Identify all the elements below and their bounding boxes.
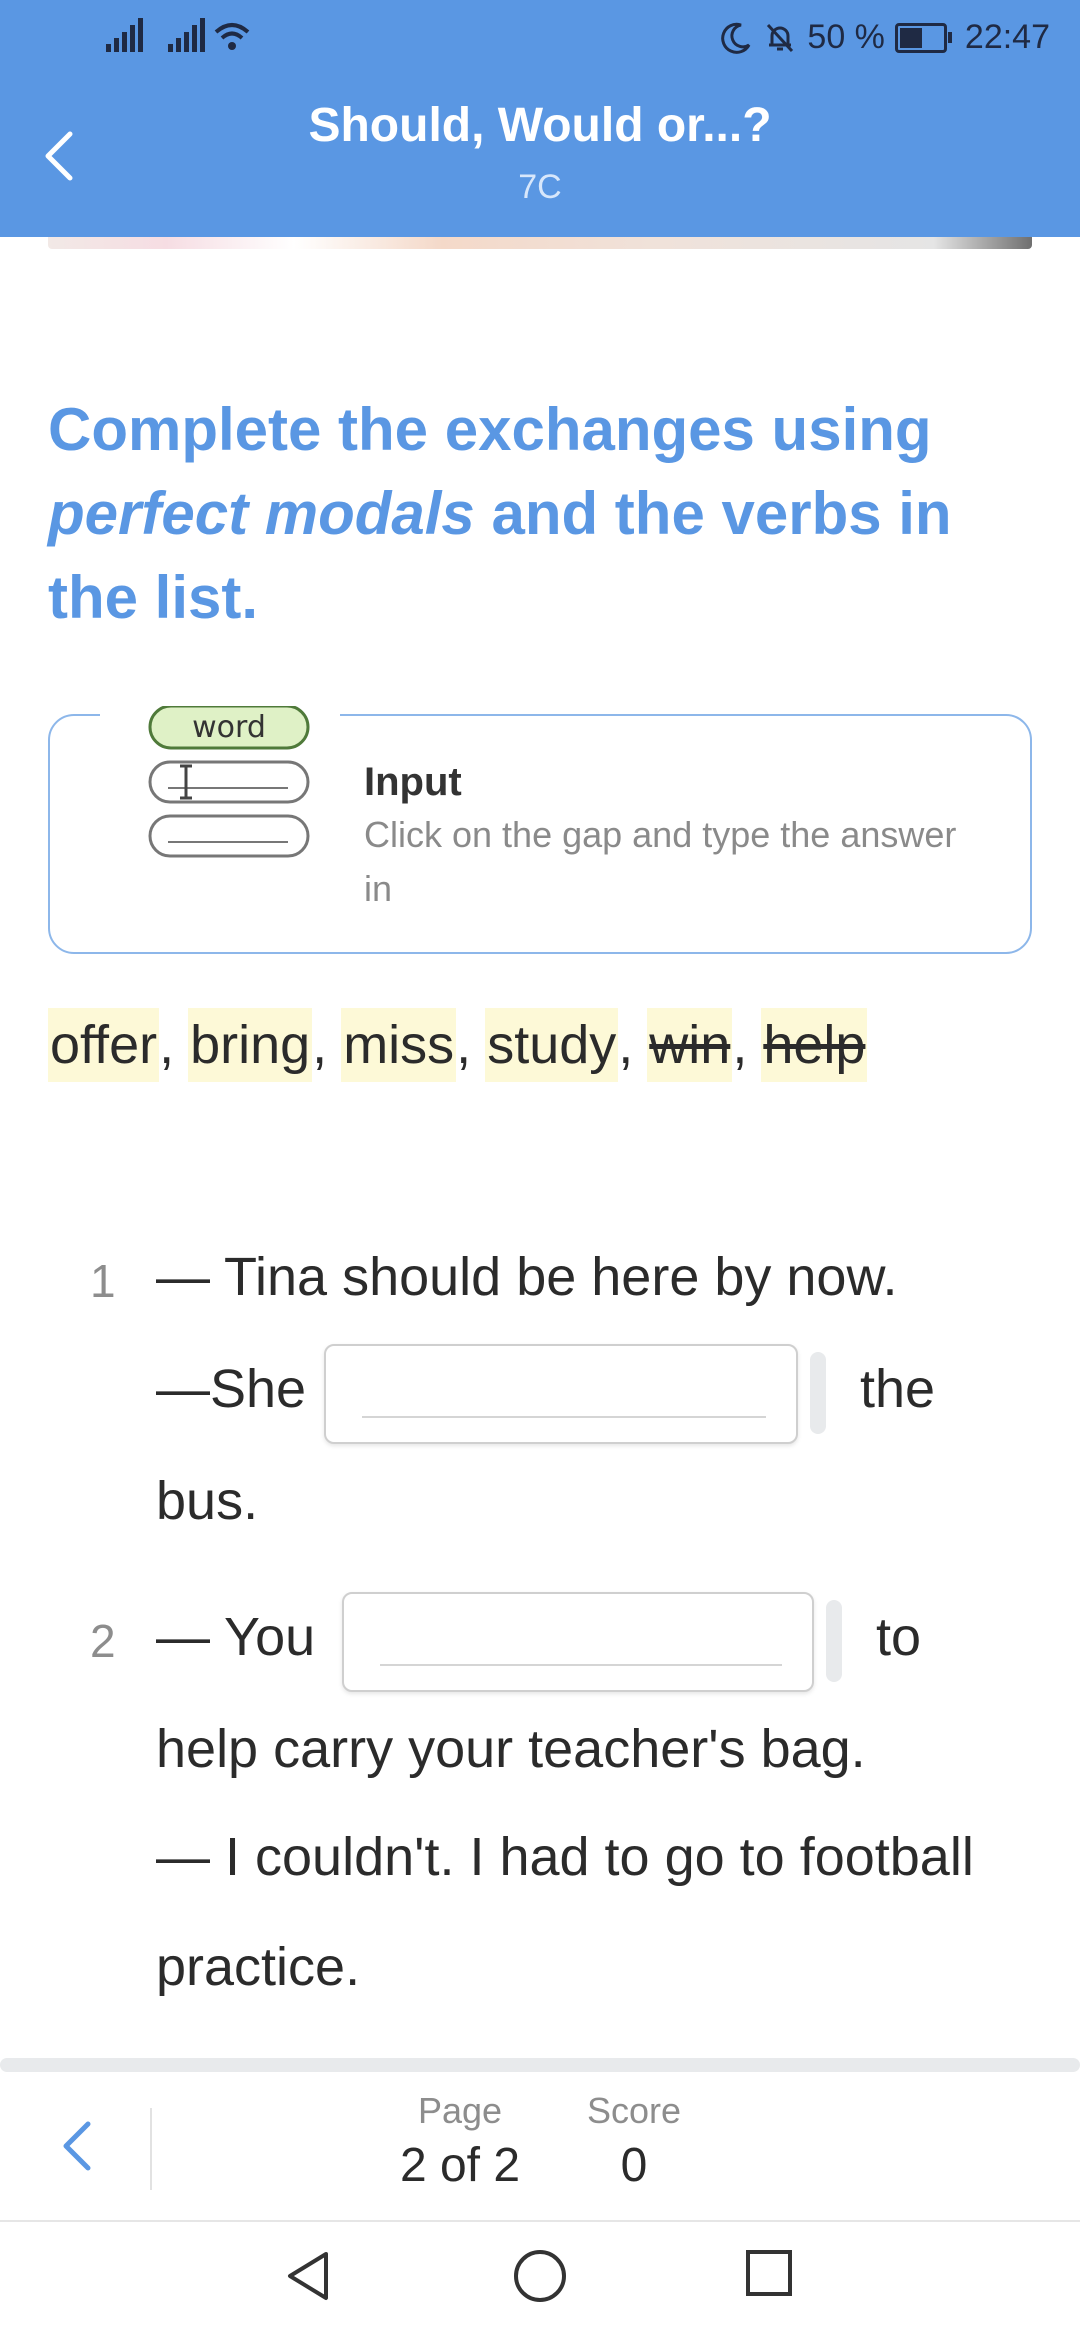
- answer-gap-1[interactable]: [324, 1344, 798, 1444]
- hint-title: Input: [364, 760, 462, 804]
- clock: 22:47: [964, 18, 1050, 56]
- nav-back-icon[interactable]: [282, 2248, 334, 2304]
- instruction-text: Complete the exchanges using: [48, 396, 932, 463]
- exercise-text: to: [876, 1607, 922, 1667]
- wifi-icon: [214, 23, 250, 50]
- gap-handle: [826, 1600, 842, 1682]
- page-value: 2 of 2: [399, 2139, 521, 2192]
- exercise-text: practice.: [156, 1937, 361, 1997]
- word-separator: ,: [732, 1015, 748, 1075]
- hint-card: word Input Click on the gap and type the…: [48, 706, 1032, 954]
- word-chip-used: win: [647, 1008, 733, 1082]
- nav-home-icon[interactable]: [512, 2248, 568, 2304]
- exercise-text: — Tina should be here by now.: [156, 1247, 898, 1307]
- word-chip: miss: [341, 1008, 457, 1082]
- previous-page-button[interactable]: [56, 2118, 100, 2174]
- word-separator: ,: [312, 1015, 328, 1075]
- bell-off-icon: [767, 23, 794, 52]
- page-label: Page: [417, 2090, 503, 2131]
- illustration-word: word: [192, 710, 266, 745]
- input-illustration-icon: word: [148, 706, 310, 858]
- moon-icon: [721, 22, 751, 54]
- system-nav-bar: [0, 2222, 1080, 2340]
- exercise-text: bus.: [156, 1471, 259, 1531]
- answer-gap-2[interactable]: [342, 1592, 814, 1692]
- signal-icon: [168, 18, 205, 52]
- exercise-text: help carry your teacher's bag.: [156, 1719, 866, 1779]
- page-title: Should, Would or...?: [308, 99, 772, 152]
- nav-recents-icon[interactable]: [744, 2248, 794, 2298]
- exercise-text: the: [860, 1359, 936, 1419]
- exercise-number: 2: [90, 1615, 116, 1667]
- exercise-text: —She: [156, 1359, 307, 1419]
- word-chip: study: [485, 1008, 619, 1082]
- pagination-bar: Page 2 of 2 Score 0: [0, 2072, 1080, 2222]
- page-subtitle: 7C: [518, 168, 562, 206]
- word-chip-used: help: [761, 1008, 868, 1082]
- battery-icon: [894, 22, 952, 53]
- word-separator: ,: [456, 1015, 472, 1075]
- word-chip: offer: [48, 1008, 160, 1082]
- back-chevron-icon: [63, 2121, 91, 2171]
- word-list: offer, bring, miss, study, win, help: [48, 1000, 868, 1090]
- signal-icon: [106, 18, 143, 52]
- exercise-instruction: Complete the exchanges using perfect mod…: [48, 388, 1008, 640]
- word-separator: ,: [159, 1015, 175, 1075]
- word-separator: ,: [618, 1015, 634, 1075]
- status-bar: 50 % 22:47: [0, 0, 1080, 80]
- status-right: 50 % 22:47: [719, 18, 1050, 57]
- exercise-text: — You: [156, 1607, 316, 1667]
- exercise-number: 1: [90, 1255, 116, 1307]
- score-value: 0: [620, 2139, 648, 2192]
- gap-handle: [810, 1352, 826, 1434]
- battery-percent: 50 %: [807, 18, 885, 56]
- instruction-emphasis: perfect modals: [48, 480, 475, 547]
- divider: [150, 2108, 152, 2190]
- exercise-text: — I couldn't. I had to go to football: [156, 1827, 974, 1887]
- hint-text: Click on the gap and type the answer in: [364, 814, 957, 909]
- app-bar: 50 % 22:47 Should, Would or...? 7C: [0, 0, 1080, 237]
- word-chip: bring: [188, 1008, 313, 1082]
- score-label: Score: [586, 2090, 682, 2131]
- bottom-separator: [0, 2058, 1080, 2072]
- cover-image-edge: [48, 237, 1032, 249]
